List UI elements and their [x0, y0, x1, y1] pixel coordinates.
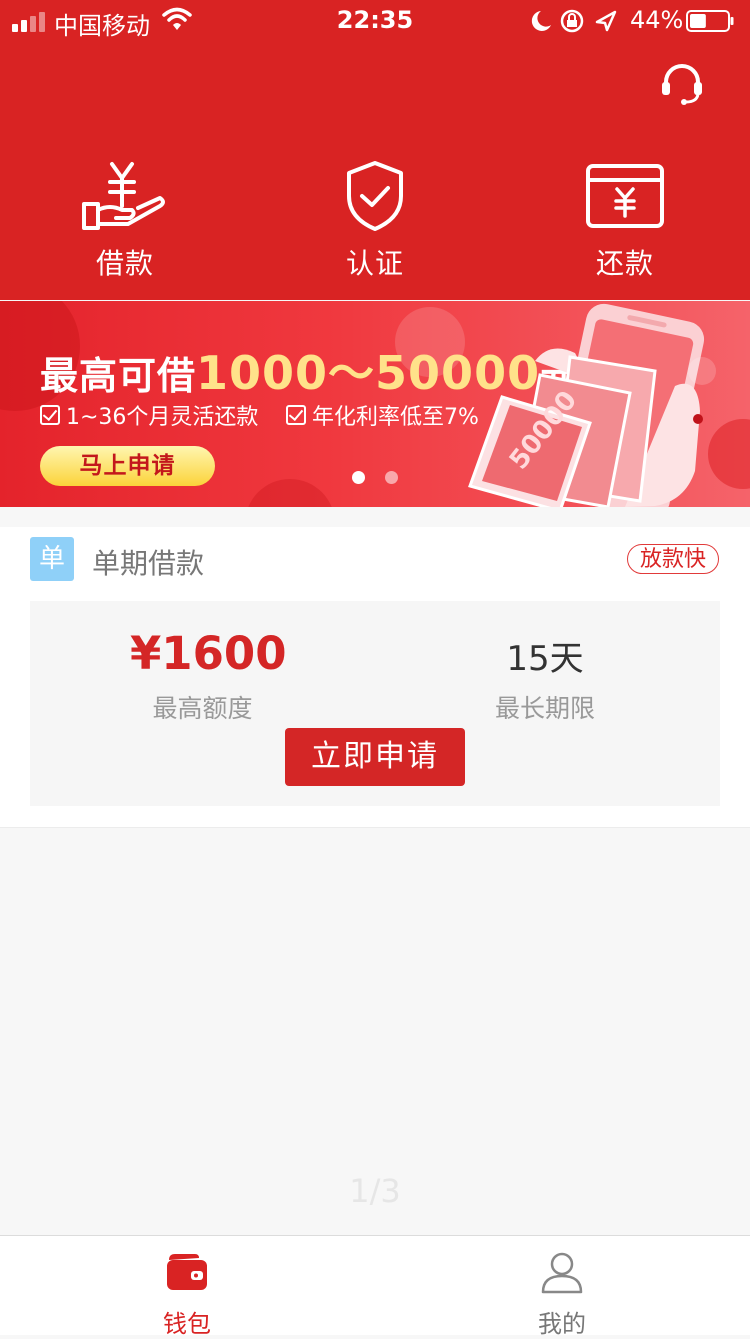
header: 中国移动 22:35 44% 借款 认证 还款 [0, 0, 750, 300]
quick-action-label: 借款 [95, 247, 154, 280]
status-icons [531, 9, 617, 33]
max-amount: ¥1600 [130, 627, 287, 680]
banner-pagination[interactable] [352, 471, 398, 484]
checkbox-icon [286, 405, 306, 425]
pagination-dot[interactable] [385, 471, 398, 484]
product-name: 单期借款 [92, 547, 205, 580]
max-period: 15天 [506, 639, 584, 679]
rotation-lock-icon [560, 9, 584, 33]
quick-action-label: 认证 [345, 247, 404, 280]
quick-action-repay[interactable]: 还款 [540, 160, 710, 282]
moon-icon [531, 11, 551, 31]
phone-money-illustration: 50000 [468, 303, 716, 507]
battery-icon [686, 10, 734, 32]
banner-feature: 1~36个月灵活还款 [40, 399, 258, 431]
quick-action-verify[interactable]: 认证 [290, 160, 460, 282]
tab-mine[interactable]: 我的 [502, 1250, 622, 1339]
fast-disbursement-tag: 放款快 [627, 544, 719, 574]
tab-bar: 钱包 我的 [0, 1235, 750, 1338]
user-icon [541, 1252, 583, 1294]
quick-action-label: 还款 [595, 247, 654, 280]
banner-apply-button[interactable]: 马上申请 [40, 446, 215, 486]
status-bar: 中国移动 22:35 44% [0, 0, 750, 42]
tab-wallet[interactable]: 钱包 [127, 1250, 247, 1339]
page-indicator: 1/3 [349, 1172, 401, 1210]
battery-percent: 44% [630, 6, 684, 34]
shield-check-icon [347, 161, 403, 231]
card-yuan-icon [586, 164, 664, 228]
product-info-box: ¥1600 最高额度 15天 最长期限 立即申请 [30, 601, 720, 806]
location-arrow-icon [595, 10, 617, 32]
pagination-dot-active[interactable] [352, 471, 365, 484]
max-period-label: 最长期限 [494, 694, 595, 723]
product-badge: 单 [30, 537, 74, 581]
promo-banner[interactable]: 最高可借1000～50000元 1~36个月灵活还款 年化利率低至7% 马上申请… [0, 301, 750, 507]
customer-service-icon[interactable] [660, 64, 704, 106]
max-amount-label: 最高额度 [152, 694, 253, 723]
product-card[interactable]: 单 单期借款 放款快 ¥1600 最高额度 15天 最长期限 立即申请 [0, 527, 750, 828]
wallet-icon [167, 1254, 207, 1290]
quick-action-loan[interactable]: 借款 [40, 160, 210, 282]
checkbox-icon [40, 405, 60, 425]
hand-yuan-icon [82, 162, 165, 230]
apply-now-button[interactable]: 立即申请 [285, 728, 465, 786]
